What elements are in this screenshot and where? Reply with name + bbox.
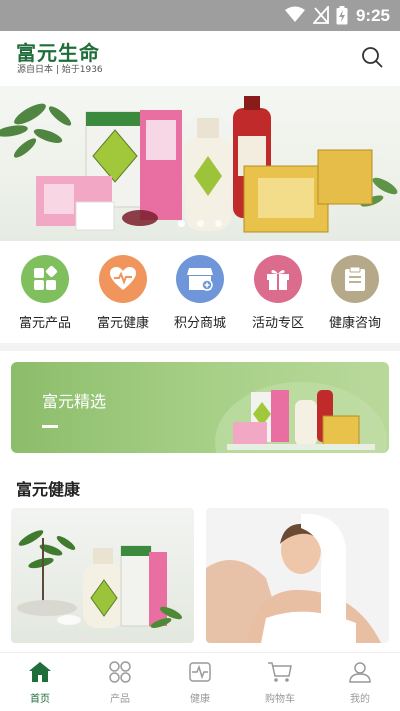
search-icon[interactable] (360, 45, 384, 69)
grid-icon (34, 266, 58, 290)
section-divider (0, 343, 400, 351)
tab-profile[interactable]: 我的 (320, 661, 400, 705)
health-card-image (206, 508, 389, 643)
menu-icon-circle (99, 255, 147, 303)
menu-item-points-mall[interactable]: 积分商城 (160, 255, 240, 331)
promo-products-image (215, 382, 387, 453)
section-title: 富元健康 (16, 480, 81, 499)
banner-pagination (0, 212, 400, 231)
menu-icon-circle (331, 255, 379, 303)
health-card[interactable] (11, 508, 194, 643)
gift-icon (267, 270, 289, 290)
menu-icon-circle (176, 255, 224, 303)
health-card[interactable] (206, 508, 389, 643)
bottom-tab-bar: 首页 产品 健康 购物车 我的 (0, 652, 400, 711)
banner-dot[interactable] (214, 220, 222, 227)
heart-icon (110, 267, 136, 290)
tab-health[interactable]: 健康 (160, 661, 240, 705)
promo-underline (42, 425, 58, 428)
hero-banner[interactable] (0, 86, 400, 241)
featured-promo-card[interactable]: 富元精选 (11, 362, 389, 453)
tab-cart[interactable]: 购物车 (240, 661, 320, 705)
menu-icon-circle (254, 255, 302, 303)
menu-label: 积分商城 (173, 316, 226, 331)
tab-products[interactable]: 产品 (80, 661, 160, 705)
user-icon (349, 662, 371, 683)
clipboard-icon (345, 266, 365, 291)
menu-label: 富元健康 (96, 316, 149, 331)
clover-icon (109, 661, 131, 683)
tab-label: 健康 (190, 694, 210, 705)
tab-label: 产品 (110, 694, 130, 705)
menu-label: 富元产品 (18, 316, 71, 331)
menu-item-consult[interactable]: 健康咨询 (315, 255, 395, 331)
menu-item-events[interactable]: 活动专区 (238, 255, 318, 331)
heartbeat-icon (189, 662, 211, 682)
menu-item-health[interactable]: 富元健康 (83, 255, 163, 331)
quick-menu: 富元产品 富元健康 积分商城 活动专区 健康咨询 (0, 241, 400, 343)
promo-title: 富元精选 (42, 392, 107, 411)
battery-charging-icon (336, 6, 348, 25)
tab-label: 首页 (30, 694, 50, 705)
tab-home[interactable]: 首页 (0, 661, 80, 705)
banner-dot[interactable] (196, 220, 204, 227)
menu-label: 活动专区 (251, 316, 304, 331)
menu-icon-circle (21, 255, 69, 303)
cart-icon (268, 662, 292, 682)
menu-label: 健康咨询 (328, 316, 381, 331)
menu-item-products[interactable]: 富元产品 (5, 255, 85, 331)
logo-subtitle: 源自日本 | 始于1936 (17, 65, 103, 75)
no-signal-icon (313, 6, 329, 24)
health-card-image (17, 530, 183, 628)
tab-label: 我的 (350, 694, 370, 705)
home-icon (29, 662, 51, 682)
banner-dot[interactable] (178, 220, 186, 227)
tab-label: 购物车 (265, 694, 295, 705)
store-icon (187, 268, 213, 291)
status-time: 9:25 (355, 6, 390, 25)
status-bar: 9:25 (0, 0, 400, 31)
wifi-icon (285, 6, 305, 22)
app-header: 富元生命 源自日本 | 始于1936 (0, 31, 400, 86)
